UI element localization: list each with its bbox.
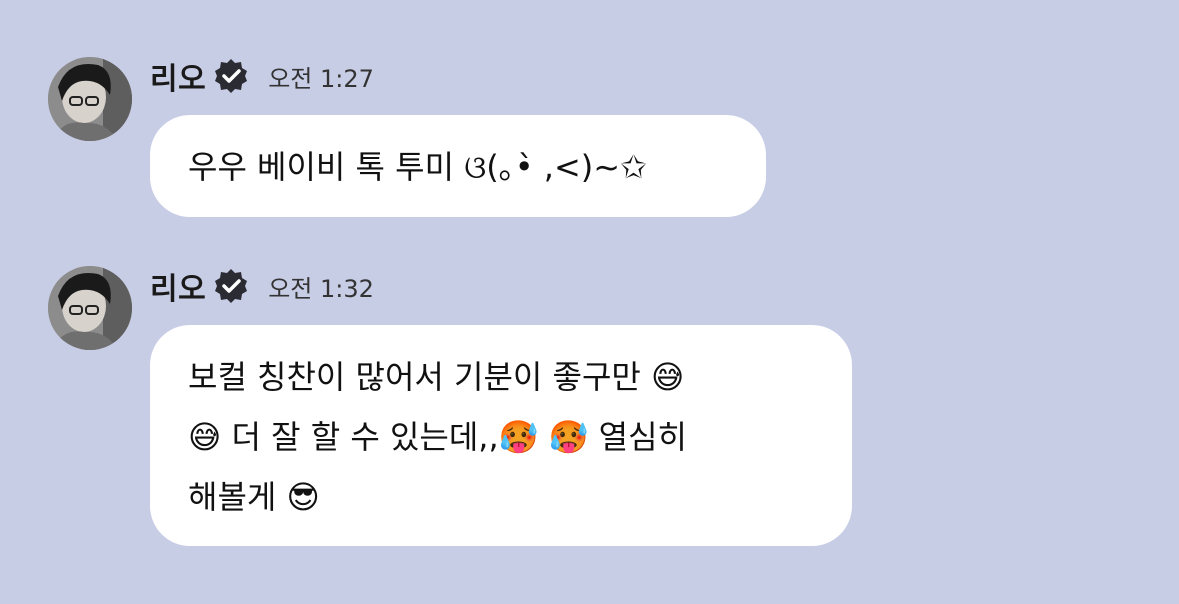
message-text: 우우 베이비 톡 투미 ଓ(｡•̀ ,<)~✩ bbox=[188, 148, 647, 186]
verified-badge-icon bbox=[212, 267, 250, 305]
message-text-line: 보컬 칭찬이 많어서 기분이 좋구만 😅 bbox=[188, 358, 685, 396]
message-timestamp: 오전 1:27 bbox=[268, 64, 374, 93]
avatar[interactable] bbox=[48, 266, 132, 350]
profile-photo-icon bbox=[48, 266, 132, 350]
message-text-line: 😅 더 잘 할 수 있는데,,🥵 🥵 열심히 bbox=[188, 418, 687, 456]
message-header: 리오 오전 1:27 bbox=[150, 54, 374, 98]
avatar[interactable] bbox=[48, 57, 132, 141]
message-timestamp: 오전 1:32 bbox=[268, 274, 374, 303]
verified-badge-icon bbox=[212, 57, 250, 95]
sender-name[interactable]: 리오 bbox=[150, 54, 206, 98]
message-header: 리오 오전 1:32 bbox=[150, 264, 374, 308]
profile-photo-icon bbox=[48, 57, 132, 141]
sender-name[interactable]: 리오 bbox=[150, 264, 206, 308]
message-text-line: 해볼게 😎 bbox=[188, 478, 320, 516]
message-bubble[interactable]: 보컬 칭찬이 많어서 기분이 좋구만 😅 😅 더 잘 할 수 있는데,,🥵 🥵 … bbox=[150, 325, 852, 546]
message-bubble[interactable]: 우우 베이비 톡 투미 ଓ(｡•̀ ,<)~✩ bbox=[150, 115, 766, 217]
